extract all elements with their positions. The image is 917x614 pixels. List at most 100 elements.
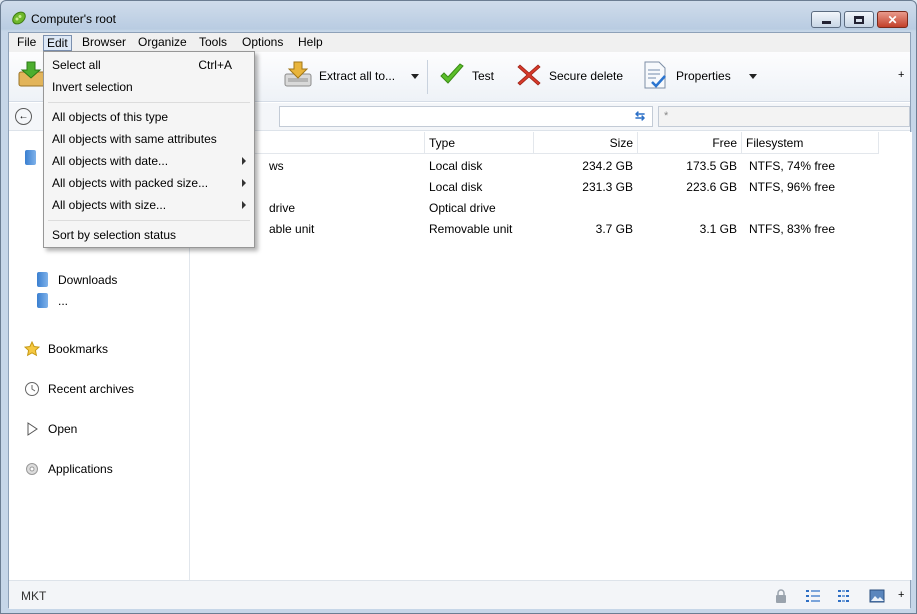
lock-icon[interactable] [773,588,789,604]
filter-input[interactable]: * [658,106,910,127]
menu-options[interactable]: Options [239,35,286,51]
menu-organize[interactable]: Organize [135,35,190,51]
statusbar-more-button[interactable]: + [898,589,904,601]
menu-item-packed-size[interactable]: All objects with packed size... [44,172,254,194]
table-row[interactable]: ws Local disk 234.2 GB 173.5 GB NTFS, 74… [191,156,912,177]
address-input[interactable] [279,106,653,127]
menu-item-invert-selection[interactable]: Invert selection [44,76,254,98]
menu-item-label: All objects of this type [52,110,169,124]
open-item[interactable]: Open [24,421,77,437]
menu-item-same-attributes[interactable]: All objects with same attributes [44,128,254,150]
title-bar: Computer's root ✕ [1,1,916,31]
clock-icon [24,381,40,397]
maximize-button[interactable] [844,11,874,28]
refresh-icon[interactable]: ⇆ [635,109,649,123]
menu-item-label: Invert selection [52,80,133,94]
menu-file[interactable]: File [14,35,39,51]
extract-all-label: Extract all to... [319,69,396,83]
details-view-icon[interactable] [805,588,821,604]
menu-edit[interactable]: Edit [43,35,72,51]
edit-menu-dropdown: Select all Ctrl+A Invert selection All o… [43,51,255,248]
cell-name: ws [269,159,284,173]
menu-item-label: Select all [52,58,101,72]
close-icon: ✕ [887,12,898,27]
cell-type: Local disk [429,159,483,173]
menu-bar: File Edit Browser Organize Tools Options… [9,33,910,52]
column-header-free[interactable]: Free [638,132,742,154]
cell-free: 173.5 GB [686,159,737,173]
secure-delete-label: Secure delete [549,69,624,83]
menu-help[interactable]: Help [295,35,326,51]
extract-all-button[interactable]: Extract all to... [283,60,420,93]
maximize-icon [854,15,864,24]
test-button[interactable]: Test [438,61,494,91]
menu-item-same-type[interactable]: All objects of this type [44,106,254,128]
applications-item[interactable]: Applications [24,461,113,477]
column-header-filesystem[interactable]: Filesystem [742,132,879,154]
extract-dropdown-icon[interactable] [411,73,420,79]
extract-icon [283,60,313,93]
cell-size: 234.2 GB [582,159,633,173]
cell-size: 3.7 GB [595,222,633,236]
menu-item-sort-selection[interactable]: Sort by selection status [44,224,254,246]
folder-icon [37,272,48,287]
open-label: Open [48,422,78,436]
cell-filesystem: NTFS, 74% free [749,159,836,173]
peazip-logo-icon [11,10,27,26]
bookmarks-item[interactable]: Bookmarks [24,341,108,357]
column-header-size[interactable]: Size [534,132,638,154]
recent-archives-item[interactable]: Recent archives [24,381,134,397]
cell-size: 231.3 GB [582,180,633,194]
submenu-arrow-icon [242,157,246,165]
table-row[interactable]: drive Optical drive [191,198,912,219]
tree-item-more[interactable]: ... [37,293,68,308]
gear-icon [24,461,40,477]
table-row[interactable]: Local disk 231.3 GB 223.6 GB NTFS, 96% f… [191,177,912,198]
menu-browser[interactable]: Browser [79,35,129,51]
menu-item-label: All objects with packed size... [52,176,209,190]
status-bar: MKT + [9,580,910,609]
status-text: MKT [21,589,47,603]
cell-free: 223.6 GB [686,180,737,194]
back-button[interactable]: ← [15,108,32,125]
menu-item-with-date[interactable]: All objects with date... [44,150,254,172]
recent-archives-label: Recent archives [48,382,135,396]
cell-free: 3.1 GB [699,222,737,236]
menu-tools[interactable]: Tools [196,35,230,51]
menu-item-label: All objects with size... [52,198,167,212]
play-triangle-icon [24,421,40,437]
submenu-arrow-icon [242,201,246,209]
list-view-icon[interactable] [837,588,853,604]
cell-filesystem: NTFS, 83% free [749,222,836,236]
cell-filesystem: NTFS, 96% free [749,180,836,194]
close-button[interactable]: ✕ [877,11,908,28]
window-title: Computer's root [31,12,116,26]
menu-item-label: All objects with same attributes [52,132,217,146]
menu-separator [48,220,250,221]
tree-item-label: ... [58,293,69,308]
properties-dropdown-icon[interactable] [748,73,757,79]
minimize-button[interactable] [811,11,841,28]
menu-item-shortcut: Ctrl+A [198,58,232,72]
applications-label: Applications [48,462,113,476]
toolbar-separator [427,60,428,94]
tree-item-downloads[interactable]: Downloads [37,272,117,287]
client-area: File Edit Browser Organize Tools Options… [8,32,912,609]
menu-item-with-size[interactable]: All objects with size... [44,194,254,216]
delete-x-icon [515,61,543,92]
column-header-type[interactable]: Type [425,132,534,154]
cell-name: able unit [269,222,315,236]
secure-delete-button[interactable]: Secure delete [515,61,623,91]
table-row[interactable]: able unit Removable unit 3.7 GB 3.1 GB N… [191,219,912,240]
properties-button[interactable]: Properties [642,61,757,91]
cell-name: drive [269,201,296,215]
menu-item-label: All objects with date... [52,154,169,168]
cell-type: Local disk [429,180,483,194]
star-icon [24,341,40,357]
menu-item-select-all[interactable]: Select all Ctrl+A [44,54,254,76]
submenu-arrow-icon [242,179,246,187]
minimize-icon [821,20,831,24]
test-label: Test [472,69,495,83]
image-preview-icon[interactable] [869,588,885,604]
toolbar-more-button[interactable]: + [898,69,904,81]
